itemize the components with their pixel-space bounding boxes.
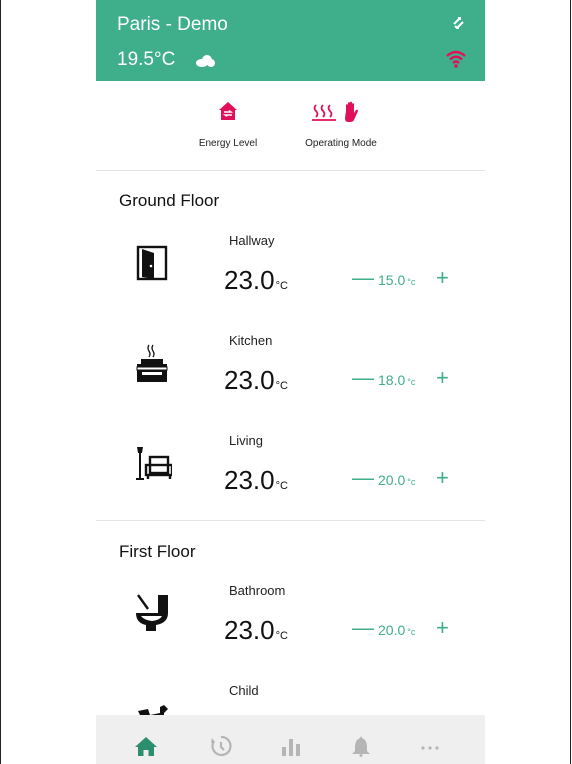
- room-row-hallway[interactable]: Hallway 23.0°C — 15.0 °c +: [96, 225, 485, 321]
- schedule-icon[interactable]: [209, 735, 233, 757]
- room-temperature: 23.0°C: [224, 265, 288, 295]
- room-temperature: 23.0°C: [224, 365, 288, 395]
- mode-panel: Energy Level Operating Mode: [96, 81, 485, 170]
- energy-level-label: Energy Level: [198, 138, 258, 149]
- increase-setpoint-button[interactable]: +: [436, 615, 449, 641]
- app-screen: Paris - Demo 19.5°C Energy Level Operati…: [96, 0, 485, 764]
- frame-right-border: [570, 0, 571, 764]
- door-icon: [136, 245, 168, 281]
- room-name: Living: [229, 433, 263, 448]
- setpoint-value: 20.0 °c: [378, 472, 416, 488]
- room-name: Hallway: [229, 233, 275, 248]
- decrease-setpoint-button[interactable]: —: [352, 365, 374, 391]
- bell-icon[interactable]: [349, 735, 373, 757]
- decrease-setpoint-button[interactable]: —: [352, 465, 374, 491]
- room-temperature: 23.0°C: [224, 465, 288, 495]
- wifi-icon: [446, 50, 466, 68]
- operating-mode-label: Operating Mode: [305, 138, 377, 149]
- stove-icon: [136, 344, 168, 382]
- increase-setpoint-button[interactable]: +: [436, 465, 449, 491]
- room-name: Child: [229, 683, 259, 698]
- more-icon[interactable]: [418, 735, 442, 757]
- floor-title-first: First Floor: [119, 542, 196, 561]
- toilet-icon: [136, 594, 168, 631]
- setpoint-value: 15.0 °c: [378, 272, 416, 288]
- room-name: Kitchen: [229, 333, 273, 348]
- increase-setpoint-button[interactable]: +: [436, 365, 449, 391]
- stats-icon[interactable]: [279, 735, 303, 757]
- heating-icon: [312, 104, 336, 121]
- increase-setpoint-button[interactable]: +: [436, 265, 449, 291]
- armchair-lamp-icon: [136, 447, 172, 480]
- decrease-setpoint-button[interactable]: —: [352, 615, 374, 641]
- room-row-kitchen[interactable]: Kitchen 23.0°C — 18.0 °c +: [96, 325, 485, 421]
- setpoint-value: 20.0 °c: [378, 622, 416, 638]
- divider: [96, 170, 485, 171]
- setpoint-value: 18.0 °c: [378, 372, 416, 388]
- cloud-icon: [196, 55, 215, 67]
- floor-title-ground: Ground Floor: [119, 191, 220, 210]
- room-row-living[interactable]: Living 23.0°C — 20.0 °c +: [96, 425, 485, 521]
- room-row-bathroom[interactable]: Bathroom 23.0°C — 20.0 °c +: [96, 575, 485, 671]
- header-bar: Paris - Demo 19.5°C: [96, 0, 485, 81]
- hand-manual-icon: [345, 101, 358, 122]
- bottom-navigation: [96, 715, 485, 764]
- location-title[interactable]: Paris - Demo: [117, 14, 228, 36]
- home-icon[interactable]: [134, 735, 158, 757]
- decrease-setpoint-button[interactable]: —: [352, 265, 374, 291]
- room-name: Bathroom: [229, 583, 286, 598]
- energy-house-icon: [219, 102, 237, 120]
- frame-left-border: [0, 0, 1, 764]
- outside-temperature: 19.5°C: [117, 49, 176, 70]
- sync-icon[interactable]: [448, 12, 468, 32]
- room-temperature: 23.0°C: [224, 615, 288, 645]
- divider: [96, 520, 485, 521]
